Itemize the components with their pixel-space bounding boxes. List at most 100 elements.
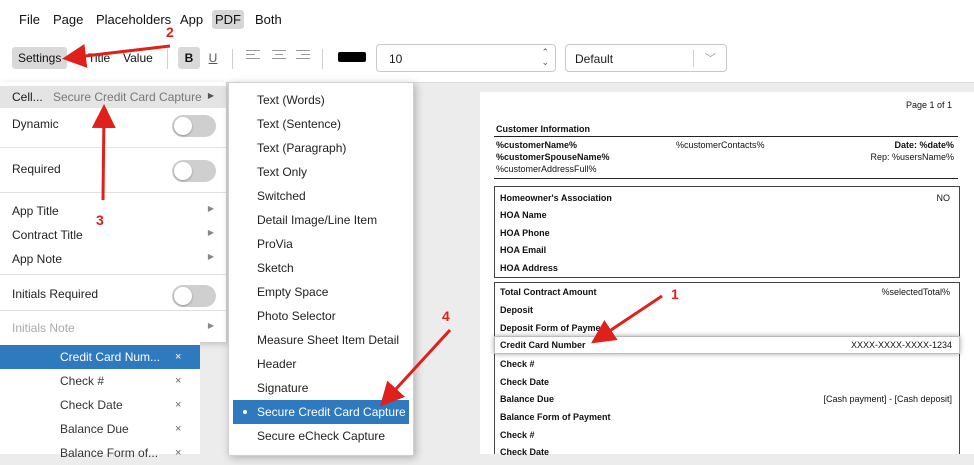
menu-placeholders[interactable]: Placeholders (93, 10, 174, 29)
chevron-right-icon: ▶ (207, 321, 214, 330)
cell-type-submenu: Text (Words) Text (Sentence) Text (Parag… (228, 82, 414, 456)
submenu-item[interactable]: Text (Sentence) (229, 112, 413, 136)
list-item[interactable]: Balance Form of... × (0, 441, 200, 465)
payment-box (494, 282, 960, 454)
hoa-heading: Homeowner's Association (500, 193, 612, 203)
menu-divider (0, 274, 226, 275)
close-icon[interactable]: × (175, 441, 181, 465)
list-item[interactable]: Check Date × (0, 393, 200, 417)
font-size-value: 10 (389, 52, 403, 66)
font-select-divider (693, 50, 694, 67)
bold-button[interactable]: B (178, 47, 200, 69)
close-icon[interactable]: × (175, 345, 181, 369)
cell-label: Cell... (12, 90, 43, 104)
menu-file[interactable]: File (16, 10, 43, 29)
page-number: Page 1 of 1 (905, 100, 952, 110)
initials-required-toggle[interactable] (172, 285, 216, 307)
title-button[interactable]: Title (82, 47, 116, 69)
cc-number-label: Credit Card Number (500, 340, 586, 350)
check2-label: Check # (500, 430, 535, 440)
align-left-icon[interactable] (246, 50, 260, 64)
check-date2-label: Check Date (500, 447, 550, 457)
menu-pdf[interactable]: PDF (212, 10, 244, 29)
list-item[interactable]: Check # × (0, 369, 200, 393)
menu-divider (0, 192, 226, 193)
toolbar: Settings Title Value B U 10 ⌃ ⌄ Default ﹀ (0, 36, 974, 83)
settings-button[interactable]: Settings (12, 47, 68, 69)
submenu-item[interactable]: Text (Paragraph) (229, 136, 413, 160)
submenu-item[interactable]: Sketch (229, 256, 413, 280)
initials-required-label: Initials Required (12, 287, 99, 301)
list-item-label: Balance Form of... (60, 446, 159, 460)
chevron-down-icon[interactable]: ﹀ (705, 50, 716, 66)
list-item[interactable]: Credit Card Num... × (0, 345, 200, 369)
dynamic-toggle[interactable] (172, 115, 216, 137)
list-item-label: Check # (60, 374, 105, 388)
menu-divider (0, 310, 226, 311)
submenu-item[interactable]: Switched (229, 184, 413, 208)
toolbar-divider (322, 49, 323, 69)
list-item-label: Credit Card Num... (60, 350, 161, 364)
submenu-item-label: Photo Selector (257, 309, 336, 323)
toolbar-divider (167, 49, 168, 69)
app-title-label: App Title (12, 204, 59, 218)
value-button[interactable]: Value (117, 47, 159, 69)
submenu-item-label: Sketch (257, 261, 294, 275)
rep-field: Rep: %usersName% (870, 152, 954, 162)
submenu-item[interactable]: Text (Words) (229, 88, 413, 112)
submenu-item[interactable]: ProVia (229, 232, 413, 256)
field-list: Credit Card Num... × Check # × Check Date ×… (0, 342, 200, 460)
submenu-item-label: Text Only (257, 165, 308, 179)
close-icon[interactable]: × (175, 369, 181, 393)
list-item-label: Check Date (60, 398, 123, 412)
total-label: Total Contract Amount (500, 287, 597, 297)
contract-title-label: Contract Title (12, 228, 83, 242)
check-date-label: Check Date (500, 377, 550, 387)
hoa-name: HOA Name (500, 210, 547, 220)
submenu-item[interactable]: Secure eCheck Capture (229, 424, 413, 448)
annotation-number-3: 3 (96, 212, 104, 228)
submenu-item-selected[interactable]: Secure Credit Card Capture (233, 400, 409, 424)
menu-bar: File Page Placeholders App PDF Both (0, 0, 974, 36)
toolbar-divider (232, 49, 233, 69)
cc-number-value: XXXX-XXXX-XXXX-1234 (850, 340, 952, 350)
dynamic-label: Dynamic (12, 117, 59, 131)
chevron-right-icon: ▶ (207, 228, 214, 237)
cell-type-row[interactable]: Cell... Secure Credit Card Capture ▶ (0, 86, 226, 108)
submenu-item[interactable]: Text Only (229, 160, 413, 184)
close-icon[interactable]: × (175, 393, 181, 417)
submenu-item[interactable]: Detail Image/Line Item (229, 208, 413, 232)
app-note-label: App Note (12, 252, 63, 266)
submenu-item[interactable]: Empty Space (229, 280, 413, 304)
settings-menu: Cell... Secure Credit Card Capture ▶ Dyn… (0, 82, 227, 342)
submenu-item-label: Secure Credit Card Capture (257, 405, 406, 419)
hoa-address: HOA Address (500, 263, 558, 273)
text-color-swatch[interactable] (338, 52, 366, 62)
submenu-item[interactable]: Signature (229, 376, 413, 400)
list-item[interactable]: Balance Due × (0, 417, 200, 441)
submenu-item-label: Header (257, 357, 297, 371)
cell-type-value: Secure Credit Card Capture (53, 90, 202, 104)
menu-both[interactable]: Both (252, 10, 285, 29)
submenu-item[interactable]: Measure Sheet Item Detail (229, 328, 413, 352)
submenu-item-label: Text (Sentence) (257, 117, 342, 131)
hoa-value: NO (936, 193, 951, 203)
font-size-field[interactable]: 10 ⌃ ⌄ (376, 44, 556, 72)
underline-button[interactable]: U (202, 47, 224, 69)
submenu-item-label: Switched (257, 189, 306, 203)
align-right-icon[interactable] (296, 50, 310, 64)
annotation-number-1: 1 (671, 286, 679, 302)
font-select[interactable]: Default ﹀ (565, 44, 727, 72)
align-center-icon[interactable] (272, 50, 286, 64)
submenu-item[interactable]: Header (229, 352, 413, 376)
menu-page[interactable]: Page (50, 10, 86, 29)
chevron-right-icon: ▶ (207, 91, 214, 100)
submenu-item[interactable]: Photo Selector (229, 304, 413, 328)
font-select-value: Default (575, 52, 614, 66)
balance-due-label: Balance Due (500, 394, 555, 404)
font-size-stepper-icon[interactable]: ⌃ ⌄ (541, 47, 549, 67)
close-icon[interactable]: × (175, 417, 181, 441)
required-toggle[interactable] (172, 160, 216, 182)
submenu-item-label: Text (Words) (257, 93, 325, 107)
menu-app[interactable]: App (177, 10, 206, 29)
